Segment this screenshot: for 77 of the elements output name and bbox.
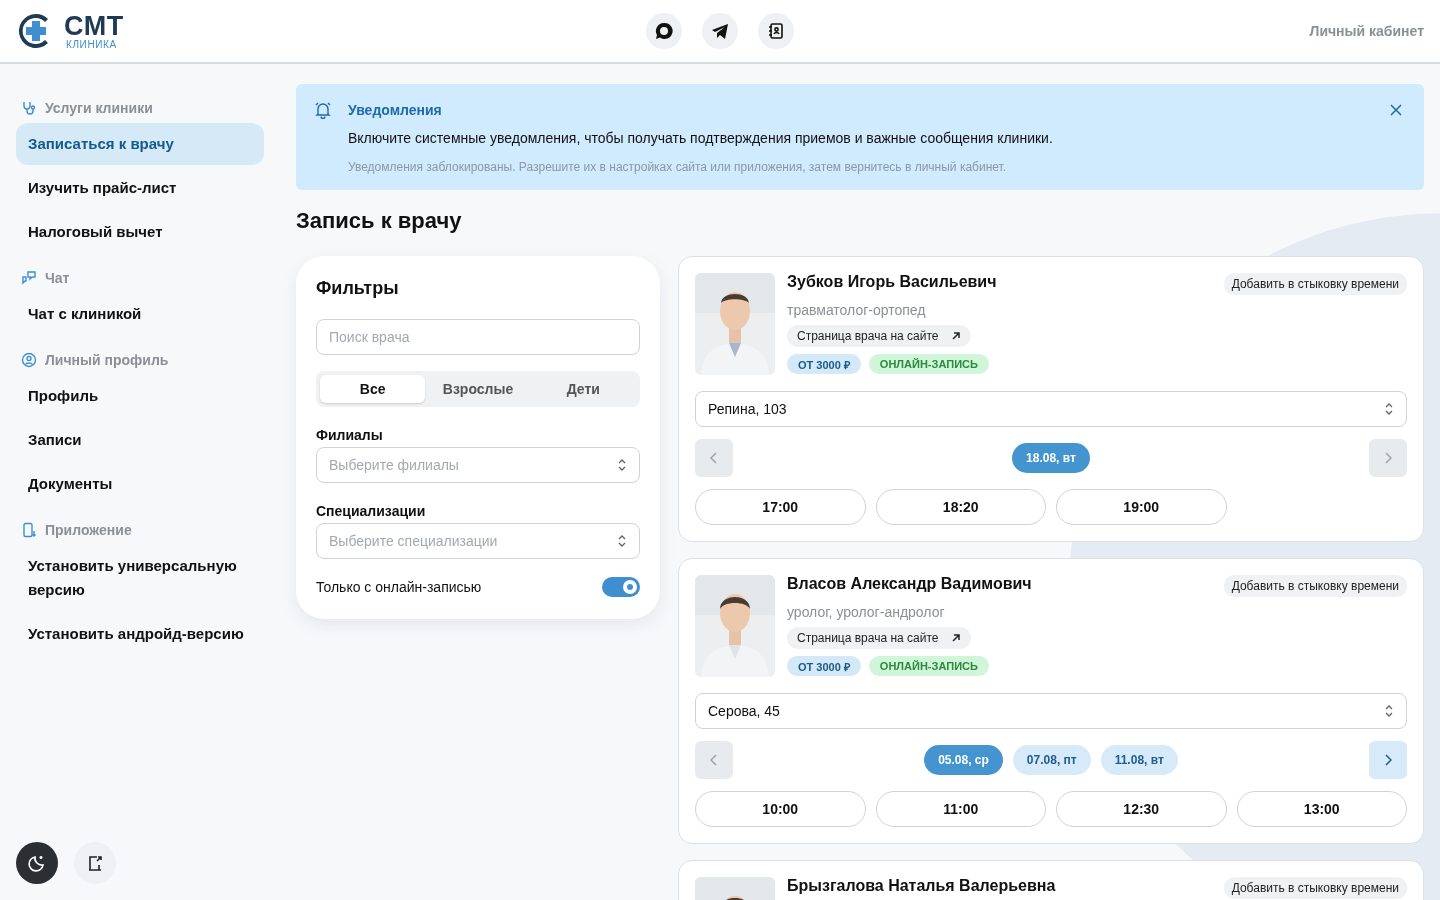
age-tab[interactable]: Дети xyxy=(530,375,636,403)
time-slot[interactable]: 12:30 xyxy=(1056,791,1227,827)
sidebar-item[interactable]: Записи xyxy=(16,419,264,461)
logout-button[interactable] xyxy=(74,842,116,884)
search-field[interactable]: Поиск врача xyxy=(316,319,640,355)
user-icon xyxy=(21,352,37,368)
doctor-name: Зубков Игорь Васильевич xyxy=(787,273,997,291)
filters-title: Фильтры xyxy=(316,278,400,299)
time-slot[interactable]: 10:00 xyxy=(695,791,866,827)
external-link-icon xyxy=(950,331,961,341)
logo-subtitle: КЛИНИКА xyxy=(66,39,118,50)
site-link[interactable]: Страница врача на сайте xyxy=(787,325,971,347)
online-toggle[interactable] xyxy=(602,577,640,597)
sidebar-item[interactable]: Установить универсальную версию xyxy=(16,545,264,611)
section-title: Услуги клиники xyxy=(45,100,153,116)
date-chip[interactable]: 11.08, вт xyxy=(1100,745,1178,775)
chevron-updown-icon xyxy=(617,458,627,472)
add-button[interactable]: Добавить в стыковку времени xyxy=(1223,273,1407,295)
stethoscope-icon xyxy=(21,100,37,116)
date-chip[interactable]: 07.08, пт xyxy=(1012,745,1091,775)
add-button[interactable]: Добавить в стыковку времени xyxy=(1223,877,1407,899)
sidebar-item[interactable]: Чат с клиникой xyxy=(16,293,264,335)
moon-icon xyxy=(27,853,47,873)
field-label: Филиалы xyxy=(316,427,384,443)
chat-button[interactable] xyxy=(646,13,682,49)
bell-icon xyxy=(314,101,332,119)
sidebar-item[interactable]: Документы xyxy=(16,463,264,505)
sidebar-item[interactable]: Записаться к врачу xyxy=(16,123,264,165)
online-badge: ОНЛАЙН-ЗАПИСЬ xyxy=(868,656,989,676)
age-tab[interactable]: Взрослые xyxy=(425,375,531,403)
chevron-right-icon xyxy=(1384,754,1392,766)
toggle-label: Только с онлайн-записью xyxy=(316,579,482,595)
age-tab[interactable]: Все xyxy=(320,375,426,403)
contacts-button[interactable] xyxy=(758,13,794,49)
branch-select[interactable]: Серова, 45 xyxy=(695,693,1407,729)
sidebar-item[interactable]: Изучить прайс-лист xyxy=(16,167,264,209)
time-slot[interactable]: 18:20 xyxy=(875,489,1046,525)
sidebar-item[interactable]: Установить андройд-версию xyxy=(16,613,264,655)
price-badge: ОТ 3000 ₽ xyxy=(787,656,861,676)
notification-note: Уведомления заблокированы. Разрешите их в настройках сайта или приложения, затем вернитесь в личный кабинет. xyxy=(348,160,1008,174)
time-slot[interactable]: 11:00 xyxy=(875,791,1046,827)
field-label: Специализации xyxy=(316,503,427,519)
paper-plane-icon xyxy=(710,21,730,41)
theme-button[interactable] xyxy=(16,842,58,884)
chevron-left-icon xyxy=(710,754,718,766)
doctor-name: Брызгалова Наталья Валерьевна xyxy=(787,877,1056,895)
section-title: Личный профиль xyxy=(45,352,169,368)
chevron-right-icon xyxy=(1384,452,1392,464)
add-button[interactable]: Добавить в стыковку времени xyxy=(1223,575,1407,597)
external-link-icon xyxy=(950,633,961,643)
notification-title: Уведомления xyxy=(348,102,443,118)
chat-bubble-icon xyxy=(654,21,674,41)
doctor-name: Власов Александр Вадимович xyxy=(787,575,1032,593)
notification-message: Включите системные уведомления, чтобы получать подтверждения приемов и важные сообщения клиники. xyxy=(348,130,1054,146)
price-badge: ОТ 3000 ₽ xyxy=(787,354,861,374)
section-title: Приложение xyxy=(45,522,132,538)
online-badge: ОНЛАЙН-ЗАПИСЬ xyxy=(868,354,989,374)
sidebar-item[interactable]: Налоговый вычет xyxy=(16,211,264,253)
chevron-left-icon xyxy=(710,452,718,464)
doctor-specialty: травматолог-ортопед xyxy=(787,302,926,318)
address-book-icon xyxy=(767,22,785,40)
time-slot[interactable]: 17:00 xyxy=(695,489,866,525)
page-title: Запись к врачу xyxy=(296,208,463,234)
chevron-updown-icon xyxy=(617,534,627,548)
sidebar-item[interactable]: Профиль xyxy=(16,375,264,417)
doctor-specialty: уролог, уролог-андролог xyxy=(787,604,945,620)
time-slot[interactable]: 19:00 xyxy=(1056,489,1227,525)
branch-select[interactable]: Репина, 103 xyxy=(695,391,1407,427)
chevron-updown-icon xyxy=(1384,704,1394,718)
telegram-button[interactable] xyxy=(702,13,738,49)
section-title: Чат xyxy=(45,270,70,286)
chat-icon xyxy=(21,270,37,286)
logo-title: СМТ xyxy=(64,12,124,40)
chevron-updown-icon xyxy=(1384,402,1394,416)
site-link[interactable]: Страница врача на сайте xyxy=(787,627,971,649)
phone-download-icon xyxy=(21,522,37,538)
time-slot[interactable]: 13:00 xyxy=(1236,791,1407,827)
